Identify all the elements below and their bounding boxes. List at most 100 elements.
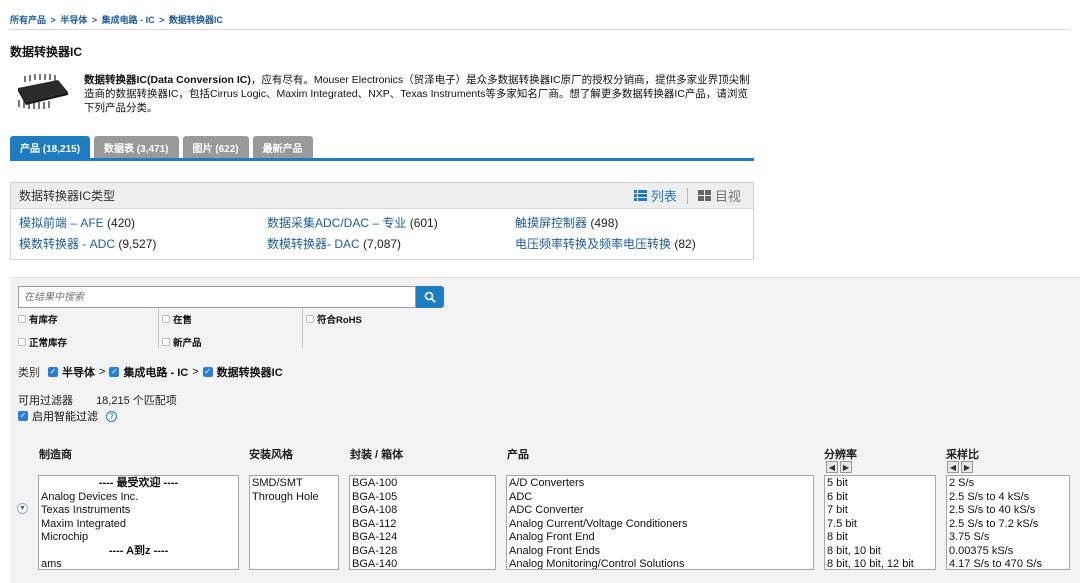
divider xyxy=(10,29,1070,30)
sort-prev-icon[interactable]: ◀ xyxy=(947,461,959,473)
listbox-option[interactable]: 2 S/s xyxy=(949,477,1067,491)
category-types-header: 数据转换器IC类型 列表 目视 xyxy=(11,183,753,209)
category-path-item: 半导体 xyxy=(62,367,95,379)
checkbox-label: 新产品 xyxy=(173,338,202,349)
category-item: 数模转换器- DAC (7,087) xyxy=(267,235,515,252)
checkbox-box[interactable] xyxy=(162,338,170,346)
category-checkbox[interactable]: ✓ xyxy=(202,367,213,377)
tab-images[interactable]: 图片 (622) xyxy=(182,136,249,158)
checkbox-box[interactable] xyxy=(306,315,314,323)
listbox-option[interactable]: BGA-105 xyxy=(352,491,493,505)
listbox-option[interactable]: Texas Instruments xyxy=(41,504,236,518)
category-link-data-acquisition[interactable]: 数据采集ADC/DAC – 专业 xyxy=(267,216,406,230)
mount-style-listbox[interactable]: SMD/SMT Through Hole xyxy=(249,475,339,570)
listbox-option[interactable]: Analog Current/Voltage Conditioners xyxy=(509,518,811,532)
sort-next-icon[interactable]: ▶ xyxy=(840,461,852,473)
package-listbox[interactable]: BGA-100 BGA-105 BGA-108 BGA-112 BGA-124 … xyxy=(349,475,496,570)
checkbox-rohs[interactable]: 符合RoHS xyxy=(306,312,362,326)
listbox-option[interactable]: 4.17 S/s to 470 S/s xyxy=(949,558,1067,569)
listbox-option[interactable]: Analog Front End xyxy=(509,531,811,545)
listbox-option[interactable]: 8 bit, 10 bit, 12 bit xyxy=(827,558,933,569)
category-link-afe[interactable]: 模拟前端 – AFE xyxy=(19,216,104,230)
tab-new-products[interactable]: 最新产品 xyxy=(252,136,313,158)
listbox-option[interactable]: Analog Devices Inc. xyxy=(41,491,236,505)
checkbox-in-stock[interactable]: 有库存 xyxy=(18,312,58,326)
listbox-option[interactable]: ams xyxy=(41,558,236,569)
match-count: 18,215 个匹配项 xyxy=(96,395,177,407)
category-checkbox[interactable]: ✓ xyxy=(48,367,58,377)
listbox-option[interactable]: BGA-128 xyxy=(352,545,493,559)
category-count: (82) xyxy=(674,237,696,251)
checkbox-new-product[interactable]: 新产品 xyxy=(162,335,202,349)
category-checkbox[interactable]: ✓ xyxy=(109,367,120,377)
search-button[interactable] xyxy=(416,286,444,308)
sort-prev-icon[interactable]: ◀ xyxy=(826,461,838,473)
listbox-option[interactable]: 2.5 S/s to 7.2 kS/s xyxy=(949,518,1067,532)
listbox-option[interactable]: Through Hole xyxy=(252,491,336,505)
listbox-option[interactable]: Maxim Integrated xyxy=(41,518,236,532)
listbox-option[interactable]: SMD/SMT xyxy=(252,477,336,491)
tab-products[interactable]: 产品 (18,215) xyxy=(10,136,91,158)
view-list-button[interactable]: 列表 xyxy=(633,186,677,205)
listbox-option[interactable]: A/D Converters xyxy=(509,477,811,491)
checkbox-normal-stock[interactable]: 正常库存 xyxy=(18,335,67,349)
listbox-option[interactable]: BGA-140 xyxy=(352,558,493,569)
listbox-option[interactable]: 2.5 S/s to 40 kS/s xyxy=(949,504,1067,518)
listbox-option[interactable]: BGA-100 xyxy=(352,477,493,491)
category-link-dac[interactable]: 数模转换器- DAC xyxy=(267,237,360,251)
checkbox-active[interactable]: 在售 xyxy=(162,312,192,326)
available-filters-label: 可用过滤器 xyxy=(18,395,73,407)
listbox-option[interactable]: Microchip xyxy=(41,531,236,545)
smart-filter-toggle[interactable]: ✓ 启用智能过滤 ? xyxy=(18,408,117,424)
checkbox-label: 在售 xyxy=(173,315,193,326)
view-switch: 列表 目视 xyxy=(633,186,741,205)
view-grid-button[interactable]: 目视 xyxy=(697,186,741,205)
listbox-option[interactable]: 5 bit xyxy=(827,477,933,491)
sort-next-icon[interactable]: ▶ xyxy=(961,461,973,473)
intro-text: 数据转换器IC(Data Conversion IC)，应有尽有。Mouser … xyxy=(84,73,754,115)
listbox-option[interactable]: 8 bit, 10 bit xyxy=(827,545,933,559)
breadcrumb-separator: > xyxy=(91,15,98,25)
listbox-option[interactable]: Analog Front Ends xyxy=(509,545,811,559)
listbox-option[interactable]: BGA-112 xyxy=(352,518,493,532)
listbox-option[interactable]: 0.00375 kS/s xyxy=(949,545,1067,559)
listbox-option[interactable]: ADC Converter xyxy=(509,504,811,518)
listbox-option[interactable]: 7.5 bit xyxy=(827,518,933,532)
page-title: 数据转换器IC xyxy=(10,45,83,59)
category-item: 电压频率转换及频率电压转换 (82) xyxy=(515,235,755,252)
breadcrumb-data-converter[interactable]: 数据转换器IC xyxy=(169,15,223,25)
resolution-listbox[interactable]: 5 bit 6 bit 7 bit 7.5 bit 8 bit 8 bit, 1… xyxy=(824,475,936,570)
expand-icon[interactable]: ▼ xyxy=(17,503,28,514)
tab-datasheets[interactable]: 数据表 (3,471) xyxy=(94,136,179,158)
listbox-option[interactable]: 6 bit xyxy=(827,491,933,505)
category-count: (9,527) xyxy=(118,237,157,251)
category-item: 模数转换器 - ADC (9,527) xyxy=(19,235,267,252)
help-icon[interactable]: ? xyxy=(106,410,117,422)
category-count: (420) xyxy=(107,216,136,230)
search-input[interactable] xyxy=(18,286,416,308)
breadcrumb-separator: > xyxy=(159,15,165,25)
category-link-vf-converter[interactable]: 电压频率转换及频率电压转换 xyxy=(515,237,671,251)
breadcrumb-all-products[interactable]: 所有产品 xyxy=(10,15,46,25)
category-link-adc[interactable]: 模数转换器 - ADC xyxy=(19,237,115,251)
category-path-item: 集成电路 - IC xyxy=(123,367,189,379)
breadcrumb-ic[interactable]: 集成电路 - IC xyxy=(102,15,155,25)
listbox-option[interactable]: 8 bit xyxy=(827,531,933,545)
listbox-option[interactable]: 3.75 S/s xyxy=(949,531,1067,545)
smart-filter-checkbox[interactable]: ✓ xyxy=(18,411,28,421)
product-listbox[interactable]: A/D Converters ADC ADC Converter Analog … xyxy=(506,475,814,570)
manufacturer-listbox[interactable]: ---- 最受欢迎 ---- Analog Devices Inc. Texas… xyxy=(38,475,239,570)
listbox-option[interactable]: 7 bit xyxy=(827,504,933,518)
breadcrumb-semiconductors[interactable]: 半导体 xyxy=(60,15,87,25)
listbox-option[interactable]: 2.5 S/s to 4 kS/s xyxy=(949,491,1067,505)
listbox-option[interactable]: BGA-124 xyxy=(352,531,493,545)
listbox-option[interactable]: ADC xyxy=(509,491,811,505)
listbox-option[interactable]: BGA-108 xyxy=(352,504,493,518)
checkbox-box[interactable] xyxy=(18,338,26,346)
checkbox-box[interactable] xyxy=(18,315,26,323)
sample-rate-listbox[interactable]: 2 S/s 2.5 S/s to 4 kS/s 2.5 S/s to 40 kS… xyxy=(946,475,1070,570)
checkbox-box[interactable] xyxy=(162,315,170,323)
category-link-touch-controller[interactable]: 触摸屏控制器 xyxy=(515,216,587,230)
listbox-option[interactable]: Analog Monitoring/Control Solutions xyxy=(509,558,811,569)
checkbox-label: 有库存 xyxy=(29,315,58,326)
